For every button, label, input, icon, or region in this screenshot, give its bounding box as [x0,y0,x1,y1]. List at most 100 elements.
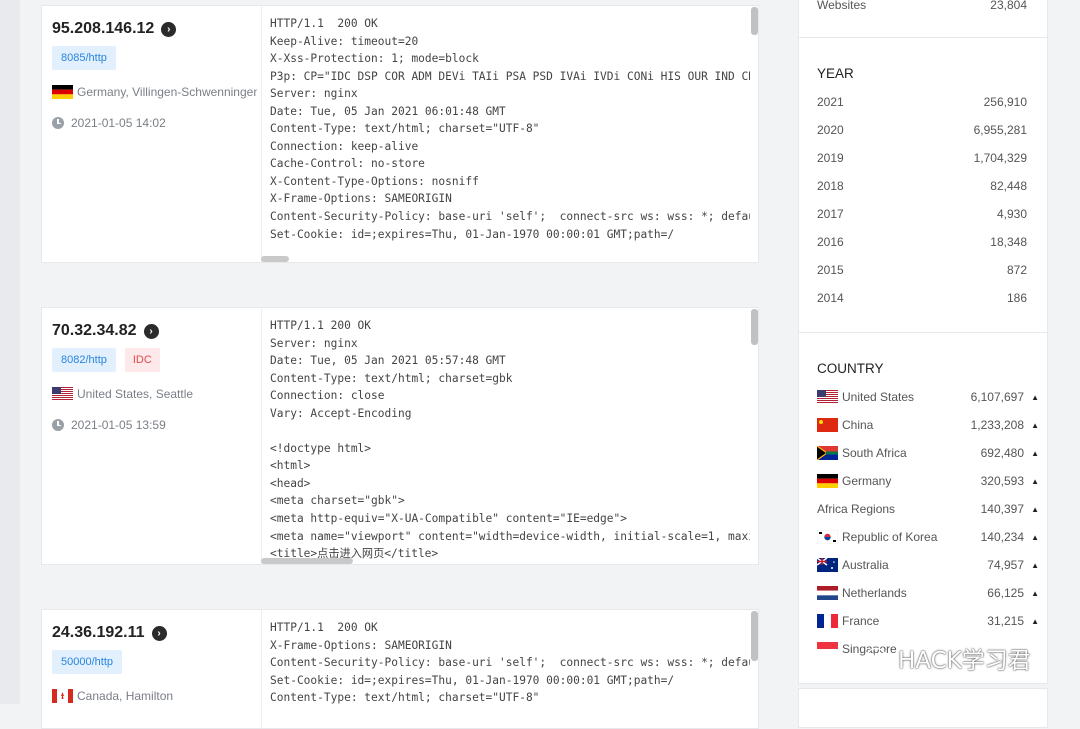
next-panel [798,688,1048,728]
response-line: <meta http-equiv="X-UA-Compatible" conte… [270,512,627,526]
year-title: YEAR [817,66,854,81]
http-response-panel[interactable]: HTTP/1.1 200 OK Server: nginx Date: Tue, 0… [270,308,750,564]
port-tag[interactable]: 8082/http [52,348,116,372]
expand-caret-icon[interactable]: ▲ [1027,449,1039,458]
expand-caret-icon[interactable]: ▲ [1027,617,1039,626]
year-count: 4,930 [996,207,1027,221]
country-count: 74,957 [987,558,1024,572]
tag-list: 50000/http [52,650,122,674]
year-row[interactable]: 2018 82,448 [817,177,1027,195]
country-name: France [842,614,880,628]
response-line: P3p: CP="IDC DSP COR ADM DEVi TAIi PSA P… [270,69,750,83]
year-row[interactable]: 2014 186 [817,289,1027,307]
country-row[interactable]: Germany 320,593 ▲ [817,472,1039,490]
country-row[interactable]: Netherlands 66,125 ▲ [817,584,1039,602]
year-row[interactable]: 2015 872 [817,261,1027,279]
france-flag-icon [817,614,838,628]
port-tag[interactable]: 50000/http [52,650,122,674]
country-count: 140,234 [980,530,1024,544]
response-line: HTTP/1.1 200 OK [270,17,378,30]
http-response-panel[interactable]: HTTP/1.1 200 OK Keep-Alive: timeout=20 X-X… [270,6,750,262]
year-row[interactable]: 2017 4,930 [817,205,1027,223]
idc-tag[interactable]: IDC [124,348,160,372]
websites-value: 23,804 [990,0,1027,12]
year-count: 256,910 [983,95,1027,109]
ip-address-link[interactable]: 70.32.34.82 [52,322,137,340]
country-title: COUNTRY [817,361,884,376]
timestamp: 2021-01-05 14:02 [71,116,166,130]
response-line: <!doctype html> [270,441,372,455]
location-row[interactable]: Germany, Villingen-Schwenningen [52,85,257,99]
country-label: Republic of Korea [816,529,981,545]
year-label: 2016 [817,235,844,249]
country-row[interactable]: South Africa 692,480 ▲ [816,444,1039,462]
canada-flag-icon [52,689,73,703]
expand-caret-icon[interactable]: ▲ [1027,533,1039,542]
year-label: 2014 [817,291,844,305]
country-row[interactable]: France 31,215 ▲ [817,612,1039,630]
year-label: 2017 [817,207,844,221]
ip-row: 70.32.34.82 › [52,322,159,340]
response-line: <head> [270,476,311,490]
year-label: 2021 [817,95,844,109]
location-row[interactable]: Canada, Hamilton [52,689,257,703]
expand-caret-icon[interactable]: ▲ [1027,393,1039,402]
country-count: 31,215 [987,614,1024,628]
year-row[interactable]: 2016 18,348 [817,233,1027,251]
response-line: Keep-Alive: timeout=20 [270,34,419,48]
result-card: 24.36.192.11 › 50000/http Canada, Hamilton H… [41,609,759,729]
expand-caret-icon[interactable]: ▲ [1027,505,1039,514]
horizontal-scrollbar[interactable] [261,558,353,564]
year-count: 82,448 [990,179,1027,193]
response-line: X-Frame-Options: SAMEORIGIN [270,638,452,652]
year-count: 18,348 [990,235,1027,249]
country-row[interactable]: Republic of Korea 140,234 ▲ [816,528,1039,546]
websites-row[interactable]: Websites 23,804 [817,0,1027,14]
ip-row: 24.36.192.11 › [52,624,167,642]
expand-caret-icon[interactable]: ▲ [1027,561,1039,570]
chevron-right-icon[interactable]: › [143,323,159,339]
ip-address-link[interactable]: 24.36.192.11 [52,624,145,642]
expand-caret-icon[interactable]: ▲ [1027,589,1039,598]
country-row[interactable]: Australia 74,957 ▲ [816,556,1039,574]
country-name: South Africa [842,446,907,460]
country-row[interactable]: China 1,233,208 ▲ [817,416,1039,434]
expand-caret-icon[interactable]: ▲ [1027,421,1039,430]
chevron-right-icon[interactable]: › [161,21,177,37]
country-label: China [817,418,971,432]
response-line: Set-Cookie: id=;expires=Thu, 01-Jan-1970… [270,227,675,241]
country-row[interactable]: Africa Regions 140,397 ▲ [817,500,1039,518]
result-card: 95.208.146.12 › 8085/http Germany, Villinge… [41,5,759,263]
location-row[interactable]: United States, Seattle [52,387,257,401]
horizontal-scrollbar[interactable] [261,256,289,262]
watermark: HACK学习君 [866,641,1031,675]
vertical-scrollbar[interactable] [751,7,758,35]
location-text: United States, Seattle [77,387,194,401]
response-line: Content-Security-Policy: base-uri 'self'… [270,656,750,670]
response-line: Date: Tue, 05 Jan 2021 05:57:48 GMT [270,354,506,368]
singapore-flag-icon [817,642,838,656]
result-card: 70.32.34.82 › 8082/http IDC United States, S… [41,307,759,565]
chevron-right-icon[interactable]: › [151,625,167,641]
port-tag[interactable]: 8085/http [52,46,116,70]
year-count: 872 [1006,263,1027,277]
vertical-scrollbar[interactable] [751,611,758,661]
timestamp: 2021-01-05 13:59 [71,418,166,432]
result-info: 24.36.192.11 › 50000/http Canada, Hamilton [42,610,262,728]
response-line: Content-Security-Policy: base-uri 'self'… [270,210,750,224]
country-row[interactable]: United States 6,107,697 ▲ [817,388,1039,406]
vertical-scrollbar[interactable] [751,309,758,345]
expand-caret-icon[interactable]: ▲ [1027,477,1039,486]
country-panel: COUNTRY United States 6,107,697 ▲ China 1,23… [798,332,1048,684]
year-row[interactable]: 2020 6,955,281 [817,121,1027,139]
http-response-panel[interactable]: HTTP/1.1 200 OK X-Frame-Options: SAMEORIG… [270,610,750,728]
response-line: Server: nginx [270,87,358,101]
year-row[interactable]: 2019 1,704,329 [817,149,1027,167]
ip-address-link[interactable]: 95.208.146.12 [52,20,154,38]
location-text: Canada, Hamilton [77,689,174,703]
year-row[interactable]: 2021 256,910 [817,93,1027,111]
websites-label: Websites [817,0,867,12]
usa-flag-icon [817,390,838,404]
response-line: HTTP/1.1 200 OK [270,621,378,634]
country-name: Australia [842,558,889,572]
